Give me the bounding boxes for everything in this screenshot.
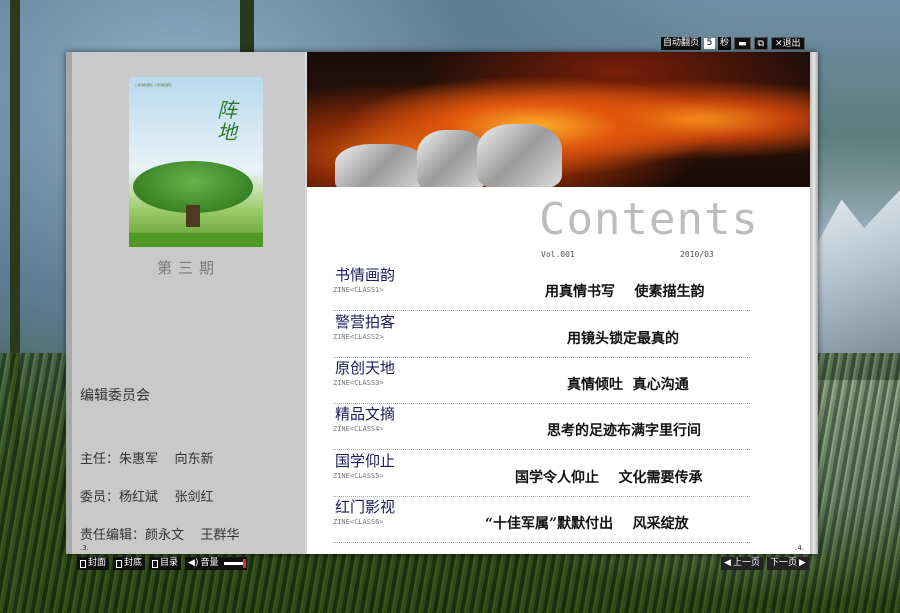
left-page[interactable]: 公安消防部队 公安消防部队 阵地 第三期 编辑委员会 主任：朱惠军 向东新 委员… <box>66 52 305 554</box>
firefighter-header-image <box>307 52 810 187</box>
exit-label: 退出 <box>782 38 801 49</box>
prev-page-button[interactable]: ◀ 上一页 <box>721 557 763 570</box>
page-stack-edge <box>810 52 818 554</box>
front-cover-button[interactable]: 封面 <box>77 557 110 570</box>
issue-number: 第三期 <box>156 259 220 277</box>
toc-title: 国学令人仰止 文化需要传承 <box>515 470 703 486</box>
background-tree-trunk <box>240 0 254 60</box>
volume-label: 音量 <box>200 558 219 568</box>
contents-title: Contents <box>539 194 759 245</box>
toc-entry[interactable]: 精品文摘 ZINE<CLASS4> 思考的足迹布满字里行间 <box>333 403 750 450</box>
issue-date: 2010/03 <box>680 250 714 259</box>
toc-category: 国学仰止 <box>335 452 396 470</box>
volume-control[interactable]: ◀) 音量 <box>185 557 247 570</box>
page-icon <box>80 559 86 568</box>
member-line: 责任编辑：颜永文 王群华 <box>80 528 240 543</box>
prev-page-label: 上一页 <box>732 558 760 568</box>
toc-title: 用镜头锁定最真的 <box>567 331 679 347</box>
top-control-bar: 自动翻页 5 秒 ▬ ⧉ ✕退出 <box>661 36 805 50</box>
toc-category: 书情画韵 <box>335 266 396 284</box>
toc-entry[interactable]: 国学仰止 ZINE<CLASS5> 国学令人仰止 文化需要传承 <box>333 450 750 497</box>
seconds-unit: 秒 <box>718 36 732 50</box>
toc-entry[interactable]: 书情画韵 ZINE<CLASS1> 用真情书写 使素描生韵 <box>333 264 750 311</box>
left-page-number: .3. <box>80 544 89 552</box>
magazine-book: 公安消防部队 公安消防部队 阵地 第三期 编辑委员会 主任：朱惠军 向东新 委员… <box>66 52 818 554</box>
toc-code: ZINE<CLASS5> <box>333 472 384 480</box>
cover-thumbnail: 公安消防部队 公安消防部队 阵地 <box>129 77 263 247</box>
back-cover-button[interactable]: 封底 <box>113 557 146 570</box>
volume-slider[interactable] <box>223 559 246 568</box>
grass-graphic <box>129 233 263 247</box>
toc-button[interactable]: 目录 <box>149 557 182 570</box>
back-cover-label: 封底 <box>124 558 143 568</box>
right-page[interactable]: Contents Vol.001 2010/03 书情画韵 ZINE<CLASS… <box>307 52 810 554</box>
auto-flip-seconds-input[interactable]: 5 <box>704 37 716 49</box>
speaker-icon: ◀) <box>188 558 199 568</box>
close-icon: ✕ <box>774 38 783 49</box>
right-page-number: .4. <box>795 544 804 552</box>
committee-title: 编辑委员会 <box>80 388 150 404</box>
toc-category: 原创天地 <box>335 359 396 377</box>
member-line: 主任：朱惠军 向东新 <box>80 452 214 467</box>
cover-calligraphy: 阵地 <box>217 98 237 144</box>
cover-small-text: 公安消防部队 公安消防部队 <box>135 83 172 87</box>
toc-code: ZINE<CLASS1> <box>333 286 384 294</box>
toc-title: 用真情书写 使素描生韵 <box>545 284 705 300</box>
toc-entry[interactable]: 原创天地 ZINE<CLASS3> 真情倾吐 真心沟通 <box>333 357 750 404</box>
volume-number: Vol.001 <box>541 250 575 259</box>
page-icon <box>116 559 123 568</box>
background-mountain <box>810 190 900 380</box>
toc-title: 思考的足迹布满字里行间 <box>547 423 701 439</box>
toc-title: “十佳军属”默默付出 风采绽放 <box>485 516 689 532</box>
arrow-left-icon: ◀ <box>724 558 731 568</box>
restore-button[interactable]: ⧉ <box>753 36 768 50</box>
toc-code: ZINE<CLASS2> <box>333 333 384 341</box>
toc-code: ZINE<CLASS4> <box>333 425 384 433</box>
toc-category: 精品文摘 <box>335 405 396 423</box>
toc-category: 红门影视 <box>335 498 396 516</box>
toc-code: ZINE<CLASS3> <box>333 379 384 387</box>
firefighter-figure <box>477 124 562 187</box>
list-icon <box>152 559 159 568</box>
tree-trunk-graphic <box>186 205 200 227</box>
firefighter-figure <box>335 144 425 187</box>
toc-label: 目录 <box>160 558 179 568</box>
next-page-label: 下一页 <box>769 558 797 568</box>
toc-entry[interactable]: 警营拍客 ZINE<CLASS2> 用镜头锁定最真的 <box>333 311 750 358</box>
arrow-right-icon: ▶ <box>798 558 806 568</box>
exit-button[interactable]: ✕退出 <box>770 36 805 50</box>
next-page-button[interactable]: 下一页 ▶ <box>766 557 809 570</box>
toc-category: 警营拍客 <box>335 313 396 331</box>
page-navigation: ◀ 上一页 下一页 ▶ <box>721 557 809 570</box>
member-line: 委员：杨红斌 张剑红 <box>80 490 214 505</box>
front-cover-label: 封面 <box>88 558 107 568</box>
minimize-button[interactable]: ▬ <box>734 36 751 50</box>
toc-code: ZINE<CLASS6> <box>333 518 384 526</box>
toc-entry[interactable]: 红门影视 ZINE<CLASS6> “十佳军属”默默付出 风采绽放 <box>333 496 750 543</box>
auto-flip-label: 自动翻页 <box>661 36 702 50</box>
toc-title: 真情倾吐 真心沟通 <box>567 377 689 393</box>
bottom-toolbar: 封面 封底 目录 ◀) 音量 <box>77 557 247 570</box>
